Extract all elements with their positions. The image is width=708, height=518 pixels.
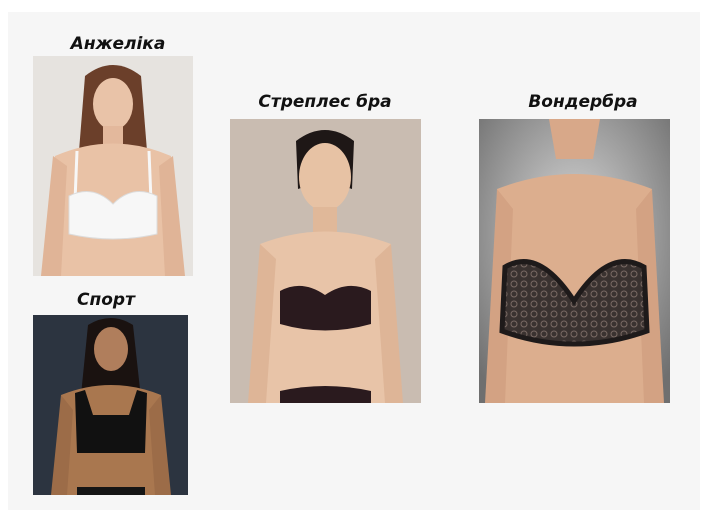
slide: Анжеліка Спорт Стреплес бра Вондербра <box>8 12 700 510</box>
photo-strapless <box>230 119 421 403</box>
photo-sport <box>33 315 188 495</box>
photo-angelica <box>33 56 193 276</box>
woman-black-strapless-bra-image <box>230 119 421 403</box>
label-strapless: Стреплес бра <box>258 92 392 112</box>
woman-lace-wonderbra-image <box>479 119 670 403</box>
label-wonderbra: Вондербра <box>528 92 638 112</box>
woman-white-balconette-bra-image <box>33 56 193 276</box>
photo-wonderbra <box>479 119 670 403</box>
label-sport: Спорт <box>77 290 135 310</box>
label-angelica: Анжеліка <box>70 34 166 54</box>
woman-black-sports-bra-image <box>33 315 188 495</box>
